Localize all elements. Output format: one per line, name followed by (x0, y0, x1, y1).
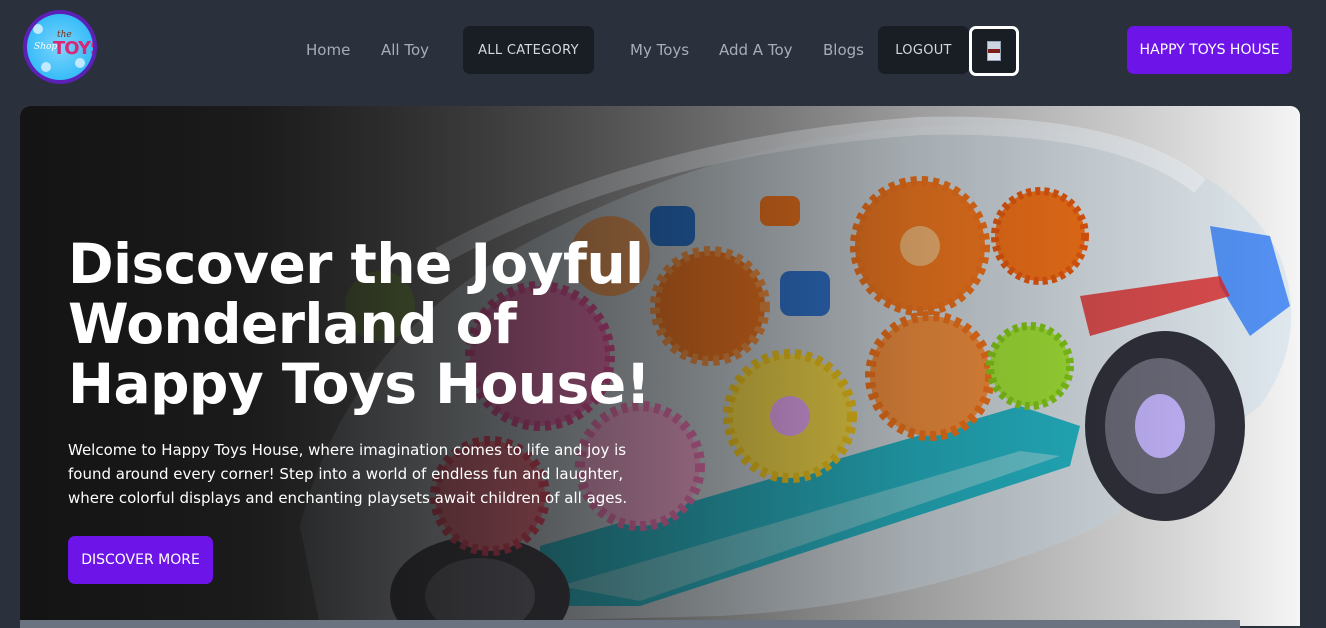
user-avatar-icon (987, 41, 1001, 61)
logout-button[interactable]: LOGOUT (878, 26, 969, 74)
logo-dot (41, 62, 51, 72)
logo-dot (33, 24, 43, 34)
all-category-button[interactable]: ALL CATEGORY (463, 26, 594, 74)
site-logo[interactable]: the Shop TOYS (23, 10, 97, 84)
nav-link-blogs[interactable]: Blogs (823, 41, 864, 59)
nav-link-home[interactable]: Home (306, 41, 350, 59)
horizontal-scrollbar[interactable] (20, 620, 1240, 628)
logo-text-toys: TOYS (53, 38, 93, 59)
hero-description: Welcome to Happy Toys House, where imagi… (68, 441, 628, 507)
nav-link-all-toy[interactable]: All Toy (381, 41, 429, 59)
user-avatar-button[interactable] (969, 26, 1019, 76)
navbar: the Shop TOYS Home All Toy ALL CATEGORY … (0, 0, 1326, 102)
happy-toys-house-button[interactable]: HAPPY TOYS HOUSE (1127, 26, 1292, 74)
logo-dot (75, 58, 85, 68)
nav-link-my-toys[interactable]: My Toys (630, 41, 689, 59)
hero-title: Discover the Joyful Wonderland of Happy … (68, 232, 651, 416)
discover-more-button[interactable]: DISCOVER MORE (68, 536, 213, 584)
logo-badge: the Shop TOYS (27, 14, 93, 80)
hero-banner: Discover the Joyful Wonderland of Happy … (20, 106, 1300, 626)
nav-link-add-a-toy[interactable]: Add A Toy (719, 41, 793, 59)
